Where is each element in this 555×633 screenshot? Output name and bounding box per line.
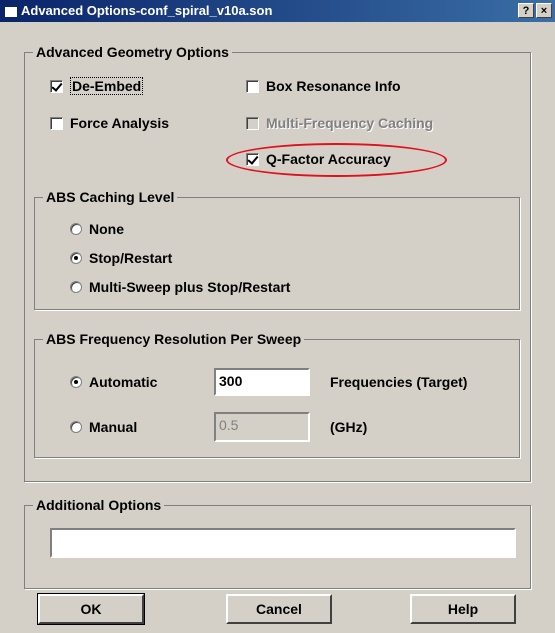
manual-ghz-input: 0.5 <box>214 412 310 442</box>
caching-option-multi-sweep[interactable]: Multi-Sweep plus Stop/Restart <box>70 278 290 296</box>
advanced-options-dialog: Advanced Options-conf_spiral_v10a.son ? … <box>0 0 555 633</box>
frequencies-target-input[interactable]: 300 <box>214 368 310 396</box>
force-analysis-label: Force Analysis <box>70 115 170 131</box>
box-resonance-label: Box Resonance Info <box>266 78 401 94</box>
multi-frequency-caching-label: Multi-Frequency Caching <box>266 115 434 131</box>
geometry-options-legend: Advanced Geometry Options <box>33 44 232 60</box>
resolution-automatic-radio[interactable] <box>70 376 82 388</box>
caching-none-label: None <box>89 221 124 237</box>
q-factor-accuracy-checkbox[interactable] <box>246 153 259 166</box>
context-help-button[interactable]: ? <box>518 3 534 18</box>
window-icon <box>4 6 18 18</box>
caching-stop-restart-radio[interactable] <box>70 252 82 264</box>
de-embed-checkbox[interactable] <box>50 80 63 93</box>
multi-frequency-caching-checkbox <box>246 117 259 130</box>
force-analysis-checkbox[interactable] <box>50 117 63 130</box>
caching-option-stop-restart[interactable]: Stop/Restart <box>70 249 172 267</box>
box-resonance-checkbox-row[interactable]: Box Resonance Info <box>246 77 401 95</box>
caching-none-radio[interactable] <box>70 223 82 235</box>
cancel-button[interactable]: Cancel <box>226 594 332 624</box>
resolution-automatic-label: Automatic <box>89 374 158 390</box>
additional-options-input[interactable] <box>50 528 516 558</box>
q-factor-accuracy-checkbox-row[interactable]: Q-Factor Accuracy <box>246 150 391 168</box>
caching-multi-sweep-radio[interactable] <box>70 281 82 293</box>
title-bar[interactable]: Advanced Options-conf_spiral_v10a.son ? … <box>0 0 555 22</box>
caching-stop-restart-label: Stop/Restart <box>89 250 173 266</box>
resolution-manual-radio[interactable] <box>70 421 82 433</box>
additional-options-legend: Additional Options <box>33 497 165 513</box>
caching-option-none[interactable]: None <box>70 220 124 238</box>
multi-frequency-caching-checkbox-row: Multi-Frequency Caching <box>246 114 433 132</box>
close-button[interactable]: × <box>536 3 552 18</box>
force-analysis-checkbox-row[interactable]: Force Analysis <box>50 114 169 132</box>
resolution-automatic-option[interactable]: Automatic <box>70 373 157 391</box>
de-embed-label: De-Embed <box>70 77 144 95</box>
caching-multi-sweep-label: Multi-Sweep plus Stop/Restart <box>89 279 291 295</box>
manual-ghz-unit: (GHz) <box>330 419 368 435</box>
help-button[interactable]: Help <box>410 594 516 624</box>
box-resonance-checkbox[interactable] <box>246 80 259 93</box>
q-factor-accuracy-label: Q-Factor Accuracy <box>266 151 391 167</box>
window-title: Advanced Options-conf_spiral_v10a.son <box>21 3 273 18</box>
frequencies-target-unit: Frequencies (Target) <box>330 374 468 390</box>
ok-button[interactable]: OK <box>37 593 145 625</box>
abs-resolution-legend: ABS Frequency Resolution Per Sweep <box>43 331 305 347</box>
resolution-manual-option[interactable]: Manual <box>70 418 137 436</box>
resolution-manual-label: Manual <box>89 419 138 435</box>
de-embed-checkbox-row[interactable]: De-Embed <box>50 77 144 95</box>
abs-caching-legend: ABS Caching Level <box>43 189 178 205</box>
